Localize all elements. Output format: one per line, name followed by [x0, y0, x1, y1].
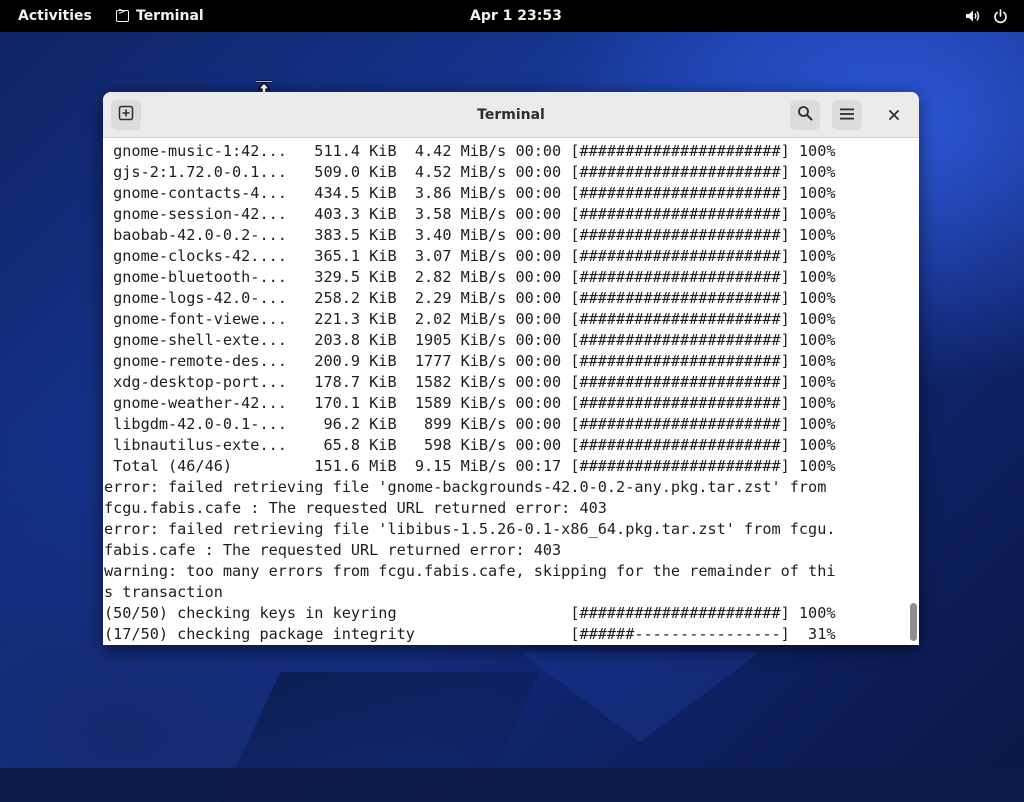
terminal-line: Total (46/46) 151.6 MiB 9.15 MiB/s 00:17…	[104, 457, 836, 475]
terminal-line: gnome-logs-42.0-... 258.2 KiB 2.29 MiB/s…	[104, 289, 836, 307]
search-icon	[797, 105, 813, 125]
hamburger-menu-icon	[839, 106, 855, 125]
terminal-line: gnome-clocks-42.... 365.1 KiB 3.07 MiB/s…	[104, 247, 836, 265]
terminal-line: s transaction	[104, 583, 223, 601]
terminal-line: warning: too many errors from fcgu.fabis…	[104, 562, 836, 580]
terminal-line: libnautilus-exte... 65.8 KiB 598 KiB/s 0…	[104, 436, 836, 454]
terminal-output[interactable]: gnome-music-1:42... 511.4 KiB 4.42 MiB/s…	[103, 138, 909, 645]
system-menu-button[interactable]	[965, 0, 1008, 32]
terminal-window: Terminal gnome-music-1:42... 511.4 KiB 4…	[103, 92, 919, 645]
activities-button[interactable]: Activities	[18, 0, 92, 32]
terminal-line: gnome-bluetooth-... 329.5 KiB 2.82 MiB/s…	[104, 268, 836, 286]
wallpaper-shape	[219, 672, 541, 802]
close-button[interactable]	[883, 104, 905, 126]
terminal-line: fabis.cafe : The requested URL returned …	[104, 541, 562, 559]
app-menu-label: Terminal	[136, 8, 204, 24]
terminal-line: baobab-42.0-0.2-... 383.5 KiB 3.40 MiB/s…	[104, 226, 836, 244]
terminal-line: error: failed retrieving file 'libibus-1…	[104, 520, 836, 538]
terminal-line: gnome-contacts-4... 434.5 KiB 3.86 MiB/s…	[104, 184, 836, 202]
app-menu-button[interactable]: Terminal	[116, 0, 204, 32]
terminal-line: gnome-shell-exte... 203.8 KiB 1905 KiB/s…	[104, 331, 836, 349]
terminal-line: (17/50) checking package integrity [####…	[104, 625, 836, 643]
terminal-line: gnome-remote-des... 200.9 KiB 1777 KiB/s…	[104, 352, 836, 370]
terminal-line: (50/50) checking keys in keyring [######…	[104, 604, 836, 622]
scrollbar-thumb[interactable]	[910, 603, 917, 641]
terminal-line: fcgu.fabis.cafe : The requested URL retu…	[104, 499, 607, 517]
terminal-line: gnome-font-viewe... 221.3 KiB 2.02 MiB/s…	[104, 310, 836, 328]
terminal-line: error: failed retrieving file 'gnome-bac…	[104, 478, 827, 496]
wallpaper-shape	[520, 652, 760, 742]
volume-icon	[965, 9, 981, 23]
search-button[interactable]	[790, 100, 820, 130]
terminal-line: xdg-desktop-port... 178.7 KiB 1582 KiB/s…	[104, 373, 836, 391]
scrollbar[interactable]	[909, 138, 917, 645]
main-menu-button[interactable]	[832, 100, 862, 130]
new-tab-icon	[118, 105, 134, 125]
top-bar: Activities Terminal Apr 1 23:53	[0, 0, 1024, 32]
clock-button[interactable]: Apr 1 23:53	[470, 0, 562, 32]
new-tab-button[interactable]	[111, 100, 141, 130]
terminal-text: gnome-music-1:42... 511.4 KiB 4.42 MiB/s…	[103, 138, 909, 645]
terminal-line: gnome-music-1:42... 511.4 KiB 4.42 MiB/s…	[104, 142, 836, 160]
power-icon	[993, 8, 1008, 24]
terminal-line: libgdm-42.0-0.1-... 96.2 KiB 899 KiB/s 0…	[104, 415, 836, 433]
header-bar[interactable]: Terminal	[103, 92, 919, 138]
terminal-icon	[116, 7, 129, 22]
terminal-line: gjs-2:1.72.0-0.1... 509.0 KiB 4.52 MiB/s…	[104, 163, 836, 181]
close-icon	[888, 106, 900, 125]
terminal-line: gnome-session-42... 403.3 KiB 3.58 MiB/s…	[104, 205, 836, 223]
terminal-line: gnome-weather-42... 170.1 KiB 1589 KiB/s…	[104, 394, 836, 412]
